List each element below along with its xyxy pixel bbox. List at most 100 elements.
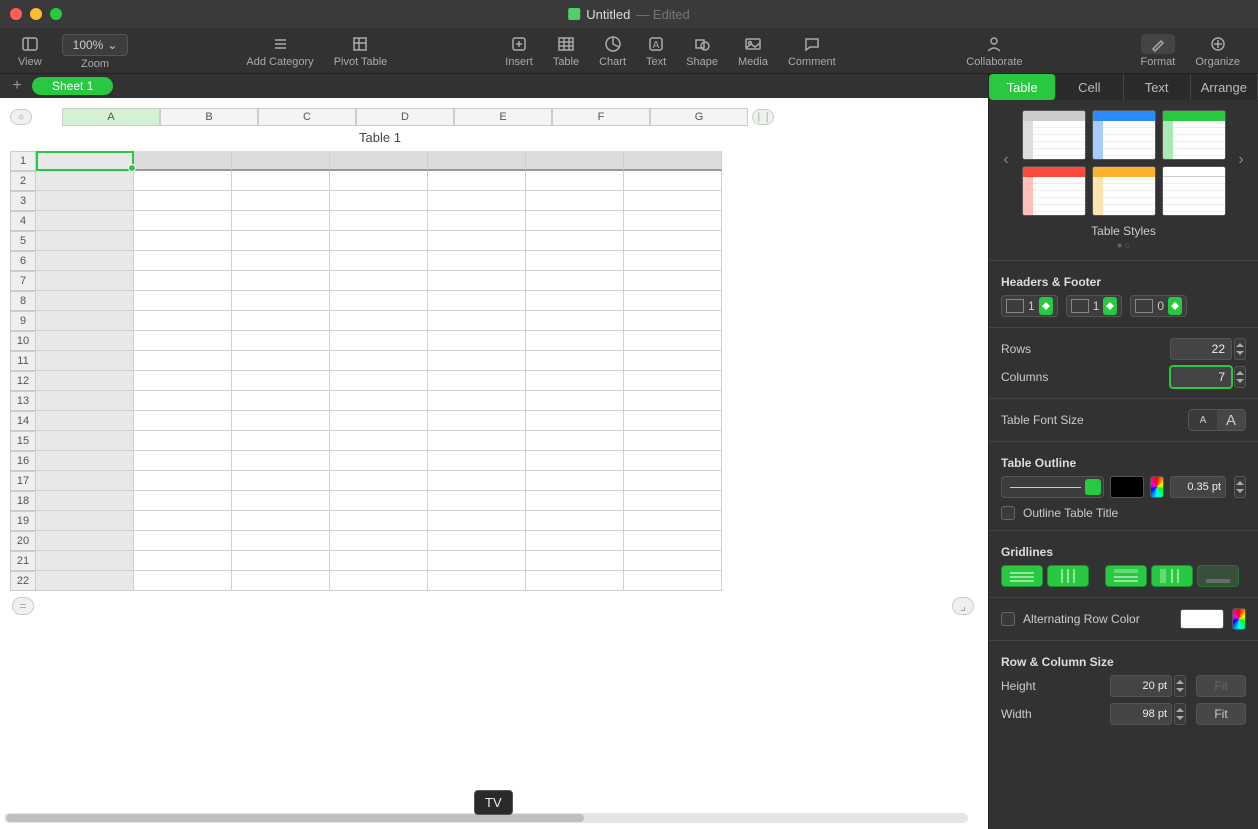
add-row-handle[interactable]: =	[12, 597, 34, 615]
row-header[interactable]: 11	[10, 351, 36, 371]
cell[interactable]	[36, 151, 134, 171]
cell[interactable]	[526, 211, 624, 231]
cell[interactable]	[232, 391, 330, 411]
cell[interactable]	[36, 191, 134, 211]
gridlines-body-vert[interactable]	[1047, 565, 1089, 587]
cell[interactable]	[624, 291, 722, 311]
cell[interactable]	[36, 571, 134, 591]
table-style-option[interactable]	[1162, 110, 1226, 160]
cell[interactable]	[134, 311, 232, 331]
cell[interactable]	[526, 291, 624, 311]
row-header[interactable]: 21	[10, 551, 36, 571]
cell[interactable]	[134, 371, 232, 391]
cell[interactable]	[134, 531, 232, 551]
outline-title-checkbox[interactable]	[1001, 506, 1015, 520]
cell[interactable]	[526, 431, 624, 451]
cell[interactable]	[428, 471, 526, 491]
outline-style-select[interactable]	[1001, 476, 1104, 498]
cell[interactable]	[624, 191, 722, 211]
cell[interactable]	[624, 311, 722, 331]
inspector-tab-text[interactable]: Text	[1124, 74, 1191, 100]
cell[interactable]	[526, 271, 624, 291]
cell[interactable]	[526, 171, 624, 191]
cell[interactable]	[526, 231, 624, 251]
cell[interactable]	[36, 551, 134, 571]
cell[interactable]	[36, 211, 134, 231]
cell[interactable]	[624, 511, 722, 531]
cell[interactable]	[36, 311, 134, 331]
row-header[interactable]: 5	[10, 231, 36, 251]
gridlines-header-horiz[interactable]	[1105, 565, 1147, 587]
text-button[interactable]: A Text	[640, 32, 672, 70]
cell[interactable]	[232, 531, 330, 551]
row-header[interactable]: 13	[10, 391, 36, 411]
cell[interactable]	[330, 231, 428, 251]
header-columns-stepper[interactable]: 1	[1001, 295, 1058, 317]
cell[interactable]	[330, 191, 428, 211]
cell[interactable]	[134, 151, 232, 171]
column-header[interactable]: G	[650, 108, 748, 126]
add-sheet-button[interactable]: +	[8, 77, 26, 95]
cell[interactable]	[624, 271, 722, 291]
cell[interactable]	[232, 371, 330, 391]
cell[interactable]	[624, 431, 722, 451]
cell[interactable]	[624, 151, 722, 171]
table-title[interactable]: Table 1	[36, 126, 724, 151]
cell[interactable]	[36, 511, 134, 531]
cell[interactable]	[624, 451, 722, 471]
cell[interactable]	[526, 451, 624, 471]
cell[interactable]	[232, 351, 330, 371]
cell[interactable]	[134, 291, 232, 311]
add-category-button[interactable]: Add Category	[240, 32, 319, 70]
cell[interactable]	[428, 571, 526, 591]
row-header[interactable]: 12	[10, 371, 36, 391]
cell[interactable]	[134, 511, 232, 531]
column-header[interactable]: E	[454, 108, 552, 126]
zoom-control[interactable]: 100%⌄ Zoom	[56, 32, 135, 72]
row-header[interactable]: 18	[10, 491, 36, 511]
row-header[interactable]: 3	[10, 191, 36, 211]
collaborate-button[interactable]: Collaborate	[960, 32, 1028, 70]
view-button[interactable]: View	[12, 32, 48, 70]
table-font-size-toggle[interactable]: A A	[1188, 409, 1246, 431]
cell[interactable]	[134, 471, 232, 491]
cell[interactable]	[428, 391, 526, 411]
footer-rows-stepper[interactable]: 0	[1130, 295, 1187, 317]
cell[interactable]	[428, 211, 526, 231]
cell[interactable]	[526, 311, 624, 331]
inspector-tab-table[interactable]: Table	[989, 74, 1056, 100]
cell[interactable]	[232, 551, 330, 571]
chart-button[interactable]: Chart	[593, 32, 632, 70]
row-header[interactable]: 2	[10, 171, 36, 191]
inspector-tab-cell[interactable]: Cell	[1056, 74, 1123, 100]
column-header[interactable]: F	[552, 108, 650, 126]
style-next-button[interactable]: ›	[1234, 150, 1248, 170]
cell[interactable]	[624, 211, 722, 231]
cell[interactable]	[330, 291, 428, 311]
cell[interactable]	[134, 231, 232, 251]
row-header[interactable]: 6	[10, 251, 36, 271]
cell[interactable]	[330, 391, 428, 411]
cell[interactable]	[330, 491, 428, 511]
table-style-option[interactable]	[1022, 166, 1086, 216]
col-width-fit-button[interactable]: Fit	[1196, 703, 1246, 725]
cell[interactable]	[232, 471, 330, 491]
gridlines-header-vert[interactable]	[1151, 565, 1193, 587]
cell[interactable]	[428, 511, 526, 531]
columns-stepper[interactable]	[1234, 366, 1246, 388]
cell[interactable]	[134, 271, 232, 291]
cell[interactable]	[624, 531, 722, 551]
col-width-input[interactable]	[1110, 703, 1172, 725]
add-column-handle[interactable]: ❘❘	[752, 109, 774, 125]
cell[interactable]	[330, 551, 428, 571]
cell[interactable]	[624, 391, 722, 411]
columns-input[interactable]	[1170, 366, 1232, 388]
cell[interactable]	[36, 411, 134, 431]
cell[interactable]	[36, 431, 134, 451]
cell[interactable]	[428, 291, 526, 311]
cell[interactable]	[232, 271, 330, 291]
alt-row-color-wheel[interactable]	[1232, 608, 1246, 630]
cell[interactable]	[232, 331, 330, 351]
cell[interactable]	[428, 331, 526, 351]
cell[interactable]	[134, 571, 232, 591]
